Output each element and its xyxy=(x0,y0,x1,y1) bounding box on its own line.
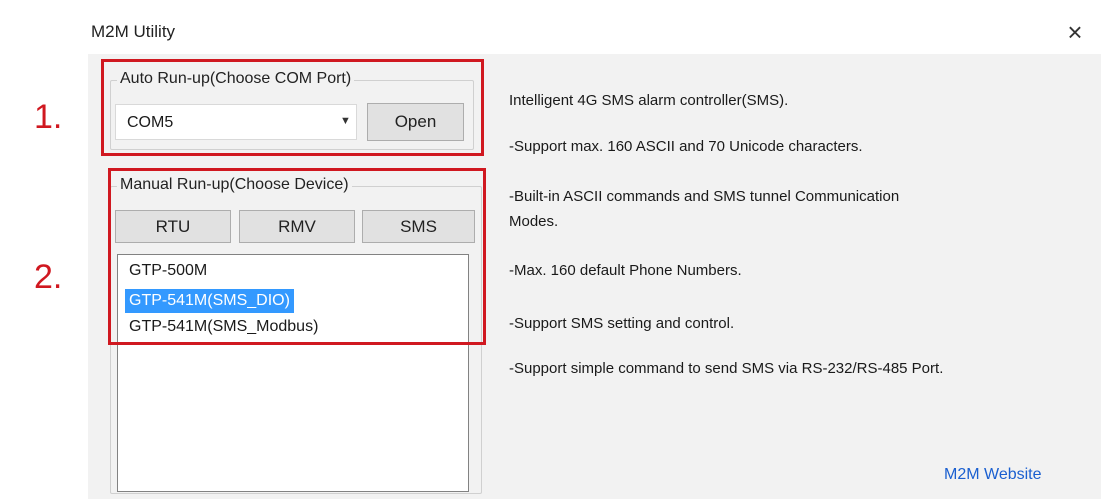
step1-highlight-box xyxy=(101,59,484,156)
close-icon[interactable]: × xyxy=(1058,16,1092,48)
description-line: -Support simple command to send SMS via … xyxy=(509,360,944,377)
step2-highlight-box xyxy=(108,168,486,345)
description-line: -Support max. 160 ASCII and 70 Unicode c… xyxy=(509,138,863,155)
title-bar: M2M Utility × xyxy=(88,10,1101,54)
description-line: -Support SMS setting and control. xyxy=(509,315,735,332)
description-line: -Max. 160 default Phone Numbers. xyxy=(509,262,742,279)
window-title: M2M Utility xyxy=(91,22,176,41)
description-line: Modes. xyxy=(509,213,559,230)
description-line: -Built-in ASCII commands and SMS tunnel … xyxy=(509,188,900,205)
description-line: Intelligent 4G SMS alarm controller(SMS)… xyxy=(509,92,789,109)
step2-label: 2. xyxy=(34,258,63,296)
step1-label: 1. xyxy=(34,98,63,136)
m2m-website-link[interactable]: M2M Website xyxy=(944,466,1042,484)
